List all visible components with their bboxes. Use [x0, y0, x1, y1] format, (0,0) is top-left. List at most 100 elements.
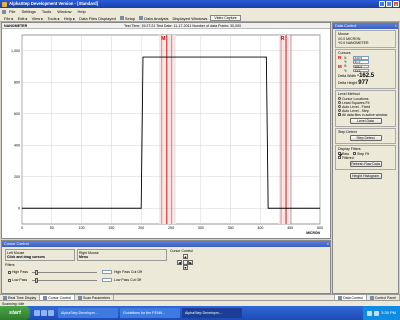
window-title: AlphaStep Development Version - [Standar… — [9, 1, 99, 6]
delta-height-row: Delta Height 977 — [338, 80, 393, 87]
slider-thumb[interactable] — [35, 270, 38, 275]
delta-width-value: -162.5 — [357, 73, 375, 80]
r-cursor-letter: R — [338, 55, 342, 61]
x-axis-unit-label: MICRON — [306, 231, 320, 235]
r-y-field[interactable]: 91.0 — [353, 60, 369, 64]
start-button[interactable]: start — [0, 306, 30, 320]
menu-tools-2[interactable]: Tools ▸ — [45, 16, 61, 21]
close-button[interactable]: × — [393, 1, 399, 7]
y-tick-label: 0 — [18, 206, 20, 210]
menu-settings[interactable]: Settings — [18, 9, 38, 14]
system-tray: 3:35 PM — [363, 306, 400, 320]
step-detect-button[interactable]: Step Detect — [349, 134, 382, 141]
displayed-windows-button[interactable]: Displayed Windows — [171, 16, 210, 21]
r-x-field[interactable]: 243.9 — [353, 55, 369, 60]
data-analysis-label: Data Analysis — [144, 15, 169, 21]
cursor-band — [159, 35, 176, 224]
checkbox-icon — [8, 270, 11, 274]
all-files-label: All data files in active window — [342, 112, 388, 117]
high-pass-checkbox[interactable]: High Pass — [8, 270, 28, 274]
left-mouse-text: Click and drag cursors — [7, 254, 45, 259]
tab-label: Data Control — [343, 295, 363, 300]
level-method-title: Level Method — [338, 91, 360, 96]
tab-icon — [369, 295, 374, 300]
menu-file[interactable]: File — [6, 9, 18, 14]
checkbox-icon — [338, 156, 341, 160]
high-pass-cutoff-field[interactable] — [102, 270, 112, 274]
plot-window: NANOMETER Test Time: 15:27:21 Test Date:… — [1, 22, 331, 239]
level-data-button[interactable]: Level Data — [349, 117, 382, 124]
taskbar-item[interactable]: Guidelines for the PENN... — [120, 308, 180, 318]
quick-launch-icon[interactable] — [41, 310, 47, 316]
low-pass-slider[interactable] — [32, 278, 97, 283]
video-capture-tab[interactable]: Video Capture — [210, 15, 241, 21]
tab-label: Control Panel — [374, 295, 396, 300]
close-icon[interactable]: × — [327, 241, 329, 247]
cursor-control-panel: Cursor Control × Left Mouse Click and dr… — [1, 240, 331, 294]
filter-step-fit-checkbox[interactable]: Step Fit — [353, 152, 369, 156]
maximize-button[interactable]: □ — [386, 1, 392, 7]
high-pass-cutoff-label: High Pass Cut Off — [114, 270, 142, 274]
menu-view-2[interactable]: View ▸ — [30, 16, 46, 21]
low-pass-cutoff-field[interactable] — [102, 278, 112, 282]
tab-label: Cursor Control — [48, 295, 71, 300]
y-tick-label: 400 — [14, 143, 20, 147]
cursor-up-button[interactable]: ▲ — [182, 254, 188, 259]
step-detect-title: Step Detect — [338, 129, 357, 134]
setup-button[interactable]: Setup — [118, 16, 137, 21]
cursor-left-button[interactable]: ◀ — [177, 259, 182, 265]
low-pass-checkbox[interactable]: Low Pass — [8, 278, 27, 282]
taskbar-item[interactable]: AlphaStep Developm... — [182, 308, 242, 318]
filter-filtered-checkbox[interactable]: Filtered — [338, 156, 393, 160]
refresh-raw-data-button[interactable]: Refresh Raw Data — [349, 160, 382, 167]
minimize-button[interactable]: _ — [379, 1, 385, 7]
delta-width-label: Delta Width — [338, 74, 357, 79]
close-icon[interactable]: × — [395, 23, 397, 29]
low-pass-cutoff-label: Low Pass Cut Off — [114, 278, 142, 282]
high-pass-slider[interactable] — [32, 270, 97, 275]
filters-label: Filters — [5, 263, 15, 267]
setup-icon — [119, 16, 124, 20]
cursor-control-title: Cursor Control × — [2, 241, 330, 247]
menu-tools[interactable]: Tools — [39, 9, 54, 14]
height-histogram-button[interactable]: Height Histogram — [349, 172, 382, 179]
menu-help-2[interactable]: Help ▸ — [62, 16, 77, 21]
mouse-group: Mouse X0.0 MICRON Y0.0 NANOMETER — [335, 30, 396, 48]
menu-help[interactable]: Help — [74, 9, 88, 14]
menu-file-2[interactable]: File ▸ — [2, 16, 16, 21]
left-mouse-box: Left Mouse Click and drag cursors — [5, 249, 75, 261]
tab-label: Scan Parameters — [82, 295, 111, 300]
window-titlebar: AlphaStep Development Version - [Standar… — [0, 0, 400, 8]
cursor-center-button[interactable] — [182, 259, 188, 265]
menu-bar: File Settings Tools Window Help — [0, 8, 400, 15]
m-x-field[interactable]: 366.0 — [353, 64, 369, 69]
tab-icon — [43, 295, 48, 300]
tray-icon[interactable] — [374, 310, 380, 316]
m-y-field[interactable]: 74.0 — [353, 68, 369, 73]
tab-icon — [77, 295, 82, 300]
toolbar: File ▸ Edit ▸ View ▸ Tools ▸ Help ▸ Data… — [0, 15, 400, 22]
low-pass-label: Low Pass — [12, 278, 28, 282]
mouse-y-readout: Y0.0 NANOMETER — [338, 41, 369, 46]
all-files-checkbox[interactable]: All data files in active window — [338, 113, 393, 117]
quick-launch — [34, 310, 54, 316]
quick-launch-icon[interactable] — [48, 310, 54, 316]
display-filters-title: Display Filters — [338, 146, 361, 151]
menu-window[interactable]: Window — [54, 9, 74, 14]
filter-step-fit-label: Step Fit — [357, 151, 370, 156]
profile-chart[interactable]: 0 50 100 150 200 250 300 350 400 450 500 0 200 400 600… — [2, 29, 331, 239]
cursor-right-button[interactable]: ▶ — [188, 259, 194, 265]
display-filters-group: Display Filters Raw Step Fit Filtered Re… — [335, 144, 396, 170]
os-taskbar: start AlphaStep Developm... Guidelines f… — [0, 306, 400, 320]
slider-thumb[interactable] — [35, 278, 38, 283]
data-files-displayed[interactable]: Data Files Displayed — [77, 16, 118, 21]
tray-icon[interactable] — [367, 310, 373, 316]
right-mouse-box: Right Mouse Menu — [77, 249, 167, 261]
data-control-title: Data Control × — [333, 23, 398, 29]
quick-launch-icon[interactable] — [34, 310, 40, 316]
taskbar-item[interactable]: AlphaStep Developm... — [58, 308, 118, 318]
data-analysis-icon — [139, 16, 144, 20]
cursor-down-button[interactable]: ▼ — [182, 265, 188, 271]
data-analysis-button[interactable]: Data Analysis — [137, 16, 170, 21]
menu-edit-2[interactable]: Edit ▸ — [16, 16, 30, 21]
